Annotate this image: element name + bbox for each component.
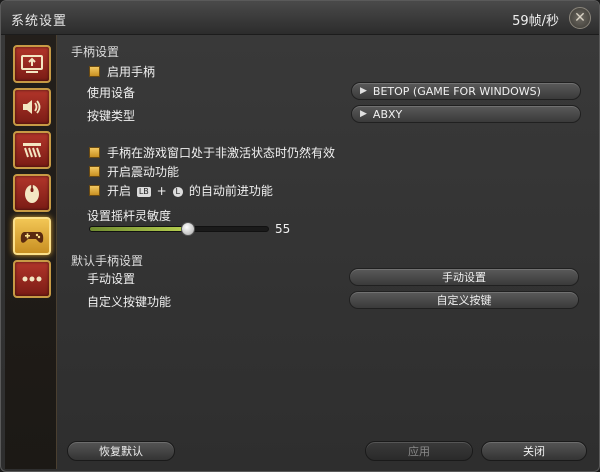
reset-defaults-button[interactable]: 恢复默认 xyxy=(67,441,175,461)
autorun-checkbox[interactable] xyxy=(89,185,100,196)
enable-gamepad-checkbox[interactable] xyxy=(89,66,100,77)
lb-button-icon: LB xyxy=(136,187,151,197)
monitor-icon xyxy=(21,55,43,73)
speaker-icon xyxy=(23,100,41,114)
device-value: BETOP (GAME FOR WINDOWS) xyxy=(372,84,541,98)
window-title: 系统设置 xyxy=(11,14,68,29)
mouse-icon xyxy=(25,185,39,203)
triangle-right-icon: ▶ xyxy=(360,109,367,119)
sidebar-item-mouse[interactable] xyxy=(13,174,51,212)
device-label: 使用设备 xyxy=(87,86,136,100)
autorun-suffix: 的自动前进功能 xyxy=(188,184,273,198)
manual-settings-button[interactable]: 手动设置 xyxy=(349,268,579,286)
custom-keys-label: 自定义按键功能 xyxy=(87,295,172,309)
category-sidebar xyxy=(5,35,57,469)
manual-settings-label: 手动设置 xyxy=(87,272,136,286)
close-label: 关闭 xyxy=(523,445,545,458)
bars-icon xyxy=(23,143,41,158)
manual-settings-button-label: 手动设置 xyxy=(442,271,486,284)
custom-keys-button-label: 自定义按键 xyxy=(436,294,492,307)
gamepad-section-title: 手柄设置 xyxy=(71,45,120,59)
sidebar-item-other[interactable] xyxy=(13,260,51,298)
vibration-label: 开启震动功能 xyxy=(107,165,180,179)
sensitivity-label: 设置摇杆灵敏度 xyxy=(87,209,172,223)
gamepad-icon xyxy=(20,232,44,243)
settings-panel: 手柄设置 启用手柄 使用设备 ▶ BETOP (GAME FOR WINDOWS… xyxy=(59,35,595,435)
apply-button[interactable]: 应用 xyxy=(365,441,473,461)
reset-defaults-label: 恢复默认 xyxy=(99,445,143,458)
enable-gamepad-label: 启用手柄 xyxy=(107,65,156,79)
triangle-right-icon: ▶ xyxy=(360,86,367,96)
sidebar-item-gamepad[interactable] xyxy=(13,217,51,255)
sidebar-item-hud[interactable] xyxy=(13,131,51,169)
button-type-value: ABXY xyxy=(372,107,403,121)
autorun-prefix: 开启 xyxy=(107,184,132,198)
close-button[interactable]: 关闭 xyxy=(481,441,587,461)
sidebar-item-sound[interactable] xyxy=(13,88,51,126)
button-type-label: 按键类型 xyxy=(87,109,136,123)
fps-counter: 59帧/秒 xyxy=(512,14,559,29)
sensitivity-value: 55 xyxy=(275,222,291,236)
sensitivity-slider[interactable] xyxy=(89,222,269,236)
defaults-section-title: 默认手柄设置 xyxy=(71,254,144,268)
more-icon xyxy=(22,276,42,282)
l-stick-icon: L xyxy=(172,187,183,197)
inactive-window-label: 手柄在游戏窗口处于非激活状态时仍然有效 xyxy=(107,146,336,160)
vibration-checkbox[interactable] xyxy=(89,166,100,177)
settings-window: 系统设置 59帧/秒 ✕ 手柄设置 启用手柄 使用设备 ▶ BETOP (GAM… xyxy=(0,0,600,472)
slider-knob[interactable] xyxy=(180,222,195,236)
autorun-plus: + xyxy=(156,184,167,198)
inactive-window-checkbox[interactable] xyxy=(89,147,100,158)
sidebar-item-display[interactable] xyxy=(13,45,51,83)
device-dropdown[interactable]: ▶ BETOP (GAME FOR WINDOWS) xyxy=(351,82,581,100)
close-icon[interactable]: ✕ xyxy=(569,7,591,29)
apply-label: 应用 xyxy=(408,445,430,458)
title-bar: 系统设置 59帧/秒 ✕ xyxy=(1,1,599,35)
custom-keys-button[interactable]: 自定义按键 xyxy=(349,291,579,309)
button-type-dropdown[interactable]: ▶ ABXY xyxy=(351,105,581,123)
slider-fill xyxy=(90,227,188,231)
autorun-label: 开启 LB + L 的自动前进功能 xyxy=(107,182,273,199)
